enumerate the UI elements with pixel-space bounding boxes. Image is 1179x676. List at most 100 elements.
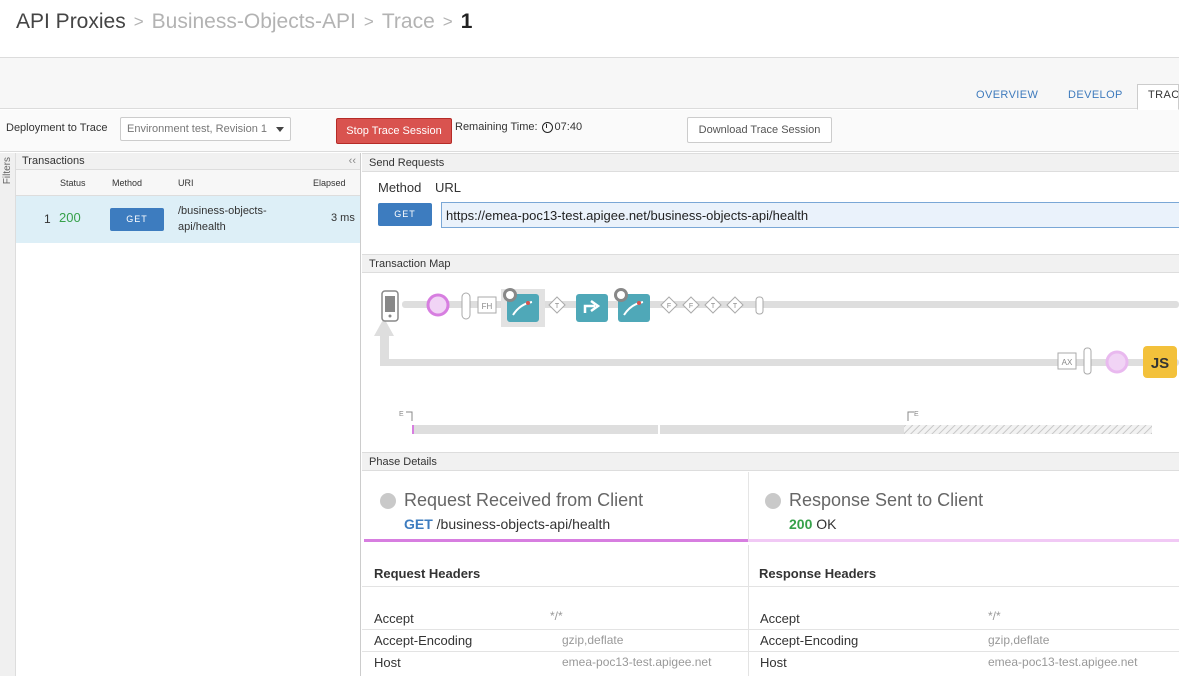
t-label: T <box>733 303 738 310</box>
phase-response-code: 200 <box>789 516 813 532</box>
response-header-row: Host emea-poc13-test.apigee.net <box>748 651 1179 673</box>
transaction-map-header: Transaction Map <box>362 254 1179 273</box>
phase-request-path: /business-objects-api/health <box>436 516 611 532</box>
phase-details-header: Phase Details <box>362 452 1179 471</box>
breadcrumb: API Proxies > Business-Objects-API > Tra… <box>16 8 472 36</box>
remaining-time: Remaining Time: 07:40 <box>455 121 582 133</box>
breadcrumb-trace[interactable]: Trace <box>382 10 435 34</box>
download-trace-button[interactable]: Download Trace Session <box>687 117 832 143</box>
method-select-button[interactable]: GET <box>378 203 432 226</box>
caret-down-icon <box>276 127 284 132</box>
environment-value: Environment test, Revision 1 <box>127 123 268 135</box>
headers-title-divider <box>362 586 1179 587</box>
f-label: F <box>689 303 693 310</box>
send-requests-header: Send Requests <box>362 153 1179 172</box>
column-method[interactable]: Method <box>112 178 142 188</box>
phase-status-dot <box>765 493 781 509</box>
deployment-label: Deployment to Trace <box>6 122 108 134</box>
tab-bar: OVERVIEW DEVELOP TRAC <box>0 57 1179 110</box>
timeline-start-label: E <box>399 411 404 418</box>
t-label: T <box>555 303 560 310</box>
header-name: Accept-Encoding <box>760 633 859 648</box>
request-headers-title: Request Headers <box>374 566 481 581</box>
header-value: gzip,deflate <box>988 633 1050 647</box>
policy-status-dot <box>637 301 641 305</box>
row-method-badge: GET <box>110 208 164 231</box>
header-value: */* <box>988 609 1001 623</box>
header-name: Host <box>374 655 401 670</box>
table-row[interactable]: 1 200 GET /business-objects-api/health 3… <box>16 196 360 243</box>
chevron-right-icon: > <box>133 12 144 31</box>
breadcrumb-proxy[interactable]: Business-Objects-API <box>152 10 356 34</box>
phase-response-summary: 200 OK <box>789 516 836 532</box>
target-endpoint-marker[interactable] <box>1105 350 1129 374</box>
response-headers-title: Response Headers <box>759 566 877 581</box>
header-value: gzip,deflate <box>562 633 624 647</box>
header-name: Accept <box>374 611 414 626</box>
flow-separator <box>1083 347 1092 375</box>
phase-request[interactable]: Request Received from Client GET /busine… <box>364 472 748 542</box>
transactions-panel: Transactions ‹‹ Status Method URI Elapse… <box>16 153 361 676</box>
response-header-row: Accept-Encoding gzip,deflate <box>748 629 1179 651</box>
request-labels: Method URL <box>378 180 471 195</box>
chevron-right-icon: > <box>442 12 453 31</box>
header-name: Accept <box>760 611 800 626</box>
tab-develop[interactable]: DEVELOP <box>1068 89 1123 101</box>
phase-response[interactable]: Response Sent to Client 200 OK <box>748 472 1179 542</box>
collapse-icon[interactable]: ‹‹ <box>349 155 356 167</box>
proxy-endpoint-marker[interactable] <box>426 293 450 317</box>
t-label: T <box>711 303 716 310</box>
flow-separator <box>755 296 764 315</box>
filters-tab[interactable]: Filters <box>0 153 16 676</box>
tab-overview[interactable]: OVERVIEW <box>976 89 1038 101</box>
policy-icon[interactable] <box>576 294 608 322</box>
request-header-row: Host emea-poc13-test.apigee.net <box>362 651 748 673</box>
url-label: URL <box>435 180 462 195</box>
row-status: 200 <box>59 210 81 225</box>
timer-icon-face <box>506 291 514 299</box>
header-name: Host <box>760 655 787 670</box>
breadcrumb-api-proxies[interactable]: API Proxies <box>16 10 126 34</box>
ax-label: AX <box>1062 358 1073 367</box>
phase-request-summary: GET /business-objects-api/health <box>404 516 610 532</box>
timeline-segment[interactable] <box>660 425 904 434</box>
url-input[interactable] <box>441 202 1179 228</box>
header-name: Accept-Encoding <box>374 633 473 648</box>
column-uri[interactable]: URI <box>178 178 194 188</box>
header-value: emea-poc13-test.apigee.net <box>988 655 1138 669</box>
transaction-map: FH T F F T T AX JS E E <box>374 288 1179 434</box>
column-status[interactable]: Status <box>60 178 86 188</box>
js-label: JS <box>1151 355 1169 372</box>
column-elapsed[interactable]: Elapsed <box>313 178 346 188</box>
flow-separator <box>461 292 471 320</box>
timeline-segment[interactable] <box>412 425 658 434</box>
timeline-end-label: E <box>914 411 919 418</box>
request-header-row: Accept-Encoding gzip,deflate <box>362 629 748 651</box>
header-value: emea-poc13-test.apigee.net <box>562 655 712 669</box>
timeline-hatched-segment[interactable] <box>904 425 1152 434</box>
breadcrumb-current: 1 <box>460 10 473 33</box>
phase-status-dot <box>380 493 396 509</box>
clock-icon <box>541 121 553 133</box>
row-uri: /business-objects-api/health <box>178 205 267 233</box>
transactions-header: Transactions ‹‹ <box>16 153 360 170</box>
phase-response-text: OK <box>816 516 837 532</box>
remaining-value: 07:40 <box>554 121 583 133</box>
filters-label: Filters <box>2 157 13 185</box>
return-rail <box>380 332 389 366</box>
phase-response-title: Response Sent to Client <box>789 490 984 510</box>
timeline-start-bracket <box>406 411 413 421</box>
request-header-row: Accept */* <box>362 605 748 631</box>
chevron-right-icon: > <box>363 12 374 31</box>
f-label: F <box>667 303 671 310</box>
stop-trace-button[interactable]: Stop Trace Session <box>336 118 452 144</box>
transactions-columns: Status Method URI Elapsed <box>16 170 360 196</box>
phase-request-title: Request Received from Client <box>404 490 644 510</box>
client-device-icon <box>381 290 399 322</box>
transactions-title: Transactions <box>22 155 85 167</box>
tab-trace[interactable]: TRAC <box>1137 84 1179 110</box>
environment-select[interactable]: Environment test, Revision 1 <box>120 117 291 141</box>
timer-icon-face <box>617 291 625 299</box>
trace-toolbar: Deployment to Trace Environment test, Re… <box>0 110 1179 152</box>
header-value: */* <box>550 609 563 623</box>
